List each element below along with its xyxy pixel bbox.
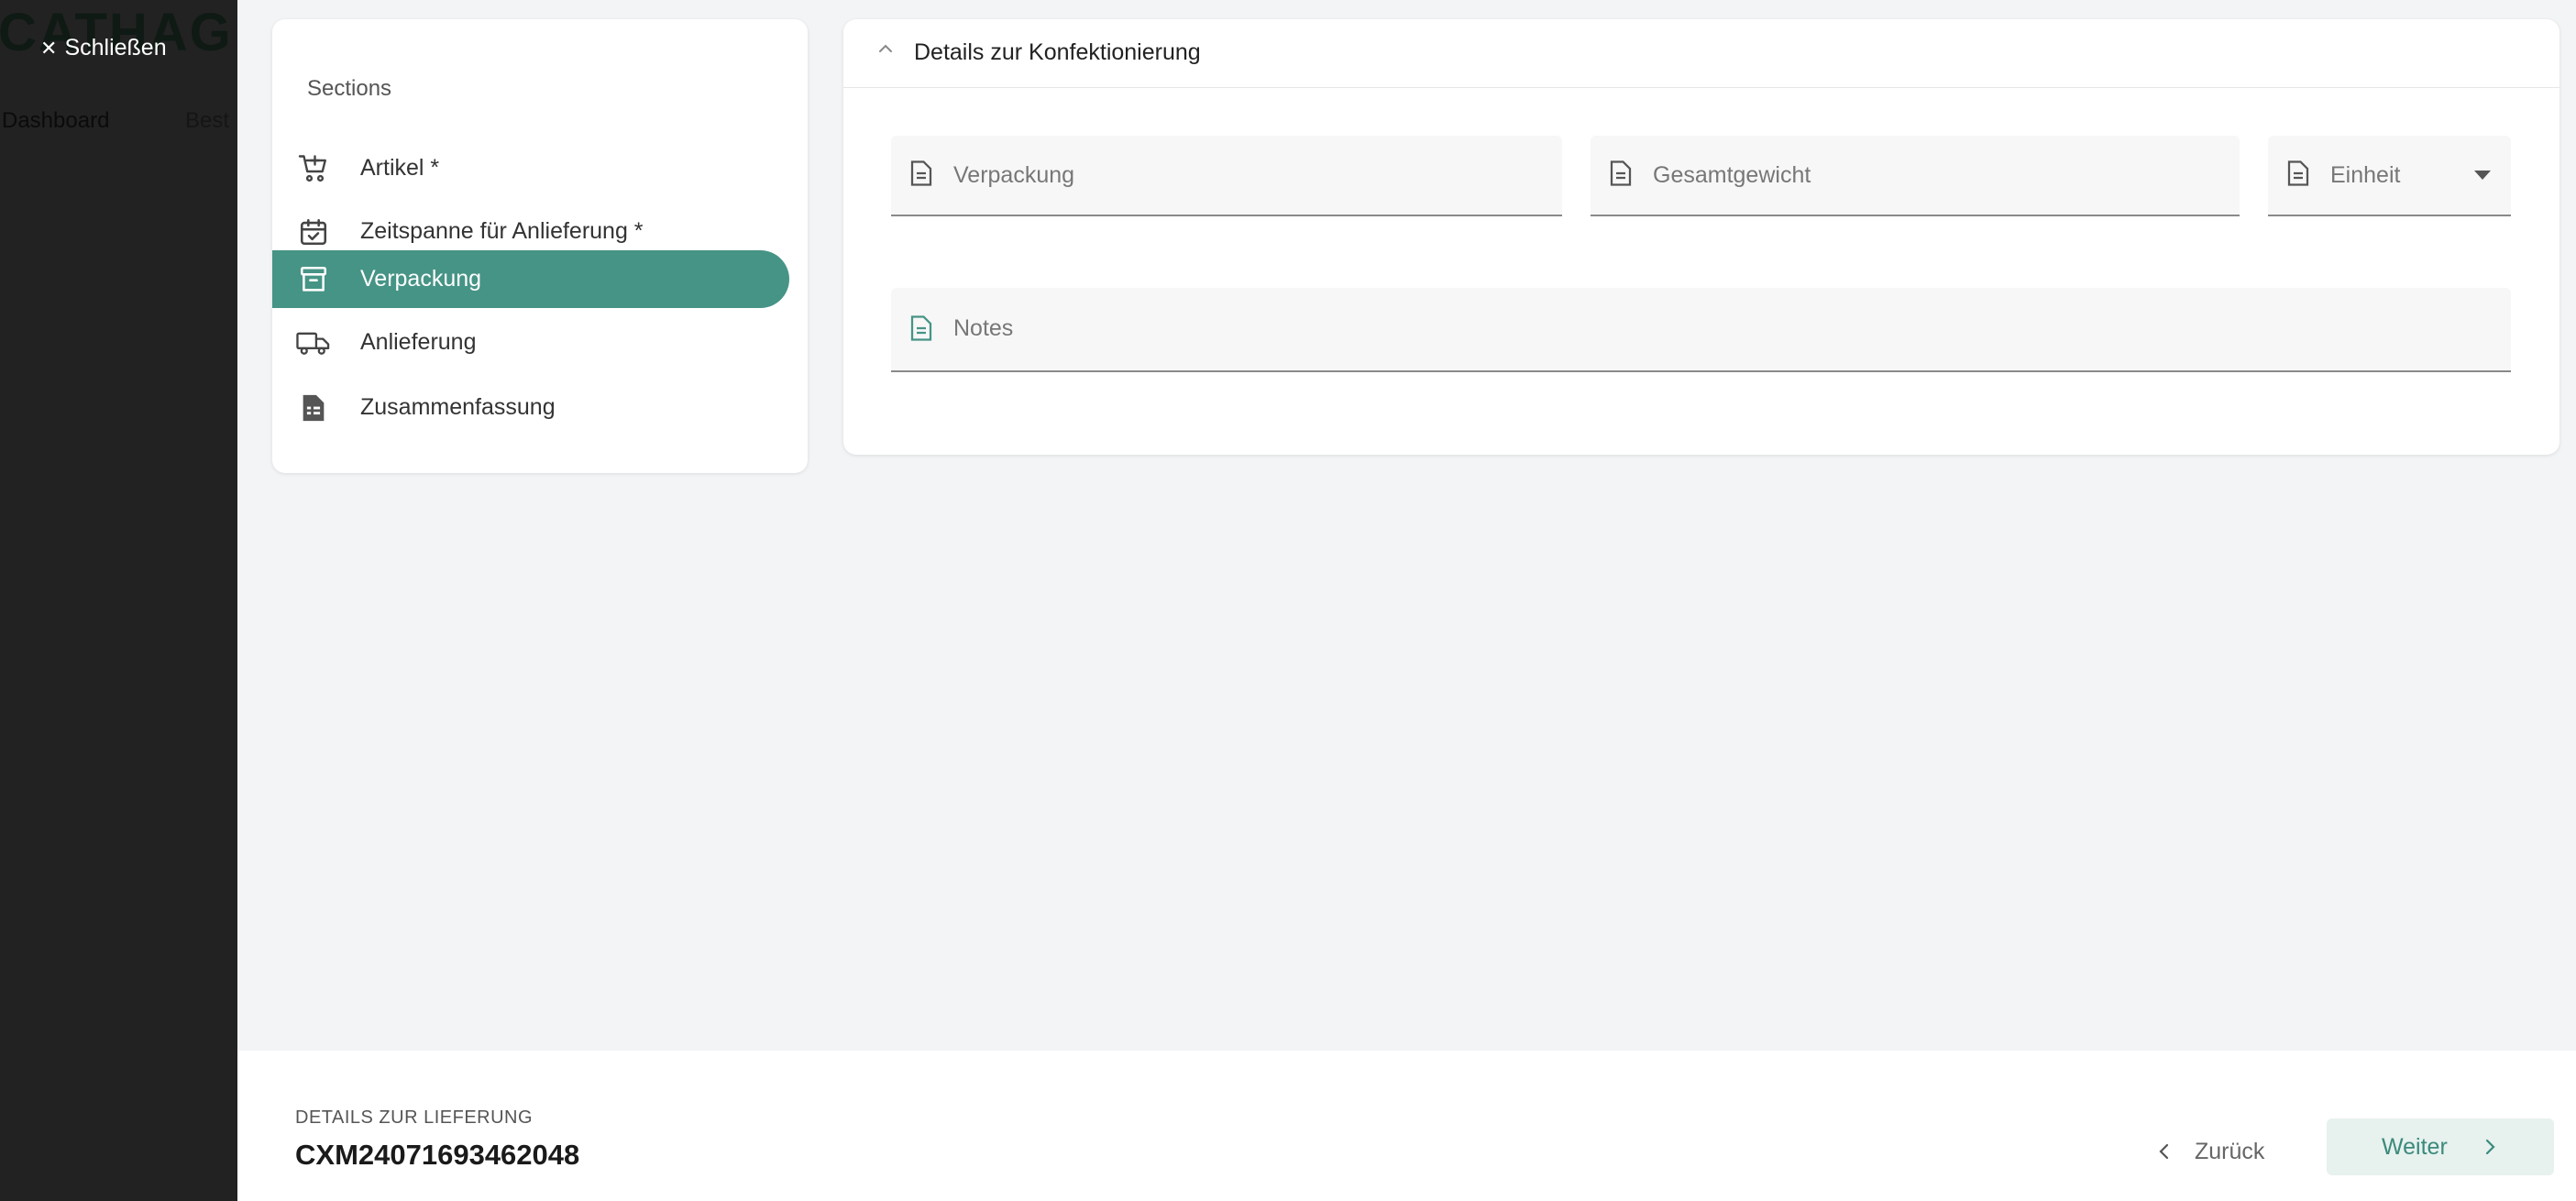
next-button[interactable]: Weiter <box>2327 1118 2554 1175</box>
section-label-artikel: Artikel * <box>360 155 440 181</box>
footer-bar: DETAILS ZUR LIEFERUNG CXM24071693462048 … <box>237 1051 2576 1201</box>
notes-placeholder: Notes <box>953 315 1014 341</box>
truck-icon <box>296 325 331 360</box>
einheit-placeholder: Einheit <box>2330 162 2401 188</box>
chevron-left-icon <box>2153 1140 2175 1163</box>
details-card: Details zur Konfektionierung Verpackung … <box>843 19 2559 455</box>
dropdown-caret-icon <box>2474 171 2491 180</box>
details-title: Details zur Konfektionierung <box>914 39 1201 65</box>
section-label-zusammenfassung: Zusammenfassung <box>360 394 556 420</box>
verpackung-placeholder: Verpackung <box>953 162 1075 188</box>
sections-title: Sections <box>307 76 392 101</box>
section-item-zusammenfassung[interactable]: Zusammenfassung <box>272 379 789 436</box>
document-icon <box>296 391 331 425</box>
section-label-zeitspanne: Zeitspanne für Anlieferung * <box>360 218 644 244</box>
gesamtgewicht-field[interactable]: Gesamtgewicht <box>1591 136 2240 216</box>
section-label-anlieferung: Anlieferung <box>360 329 477 355</box>
document-icon <box>2286 160 2312 189</box>
section-item-anlieferung[interactable]: Anlieferung <box>272 314 789 371</box>
notes-field[interactable]: Notes <box>891 288 2511 372</box>
cart-add-icon <box>296 151 331 186</box>
close-button[interactable]: ✕ Schließen <box>40 35 167 61</box>
sections-card: Sections Artikel * Zeitspanne für Anlief… <box>272 19 808 473</box>
next-label: Weiter <box>2382 1134 2448 1160</box>
calendar-check-icon <box>296 215 331 249</box>
close-icon: ✕ <box>40 37 58 60</box>
footer-subtitle: DETAILS ZUR LIEFERUNG <box>295 1107 534 1128</box>
background-page: CATHAG Dashboard Best ✕ Schließen <box>0 0 237 1201</box>
background-nav-dashboard: Dashboard <box>2 108 110 133</box>
gesamtgewicht-placeholder: Gesamtgewicht <box>1653 162 1811 188</box>
background-nav-bestellungen: Best <box>185 108 230 133</box>
back-label: Zurück <box>2195 1139 2265 1164</box>
details-header[interactable]: Details zur Konfektionierung <box>843 19 2559 88</box>
archive-box-icon <box>296 262 331 297</box>
section-label-verpackung: Verpackung <box>360 266 482 292</box>
document-icon <box>1609 160 1635 189</box>
chevron-right-icon <box>2479 1135 2501 1159</box>
back-button[interactable]: Zurück <box>2144 1124 2300 1179</box>
close-label: Schließen <box>64 35 167 61</box>
delivery-code: CXM24071693462048 <box>295 1139 580 1171</box>
chevron-up-icon[interactable] <box>875 38 897 60</box>
section-item-artikel[interactable]: Artikel * <box>272 139 789 197</box>
verpackung-field[interactable]: Verpackung <box>891 136 1562 216</box>
document-icon <box>909 160 935 189</box>
document-icon <box>909 314 935 344</box>
einheit-select[interactable]: Einheit <box>2268 136 2511 216</box>
section-item-verpackung[interactable]: Verpackung <box>272 250 789 308</box>
